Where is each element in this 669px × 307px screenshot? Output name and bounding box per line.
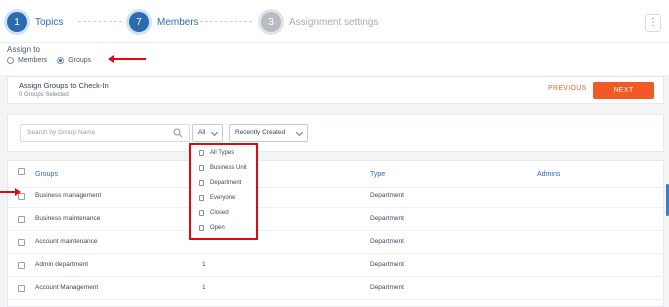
option-checkbox[interactable]: [199, 150, 204, 156]
group-type: Department: [370, 261, 404, 268]
member-count: 1: [202, 284, 206, 291]
assign-groups-header: Assign Groups to Check-In 0 Groups Selec…: [7, 76, 664, 104]
assign-to-section: Assign to Members Groups: [0, 42, 669, 75]
row-checkbox[interactable]: [18, 262, 25, 269]
more-options-icon[interactable]: ⋮: [645, 14, 661, 32]
column-header-groups[interactable]: Groups: [35, 171, 58, 178]
group-name: Account Management: [35, 284, 99, 291]
wizard-stepper: 1 Topics 7 Members 3 Assignment settings…: [0, 0, 669, 42]
group-name: Business management: [35, 192, 102, 199]
option-label: Everyone: [210, 195, 236, 201]
step-topics[interactable]: 1 Topics: [7, 12, 63, 32]
group-type: Department: [370, 284, 404, 291]
step-divider: [200, 21, 252, 22]
table-row[interactable]: Account maintenance Department: [8, 231, 665, 254]
sort-value: Recently Created: [235, 129, 286, 136]
annotation-arrow: [108, 55, 146, 63]
column-header-admins[interactable]: Admins: [537, 171, 560, 178]
step-members[interactable]: 7 Members: [129, 12, 199, 32]
next-button[interactable]: NEXT: [593, 82, 654, 99]
dropdown-option-closed[interactable]: Closed: [199, 210, 229, 216]
step-number: 1: [7, 12, 27, 32]
dropdown-option-open[interactable]: Open: [199, 225, 225, 231]
dropdown-option-all-types[interactable]: All Types: [199, 150, 234, 156]
table-row[interactable]: Admin department 1 Department: [8, 254, 665, 277]
member-count: 1: [202, 261, 206, 268]
dropdown-option-business-unit[interactable]: Business Unit: [199, 165, 247, 171]
search-icon: [173, 128, 183, 138]
row-checkbox[interactable]: [18, 239, 25, 246]
filter-bar: Search by Group Name All Recently Create…: [7, 114, 664, 152]
table-row[interactable]: Business management Department: [8, 185, 665, 208]
column-header-type[interactable]: Type: [370, 171, 385, 178]
group-name: Admin department: [35, 261, 89, 268]
search-input[interactable]: Search by Group Name: [20, 124, 190, 142]
step-label: Assignment settings: [289, 16, 379, 28]
table-header: Groups Type Admins: [8, 161, 665, 188]
step-number: 7: [129, 12, 149, 32]
group-name: Business maintenance: [35, 215, 101, 222]
assign-to-radio-group: Members Groups: [7, 57, 91, 64]
group-type: Department: [370, 215, 404, 222]
option-label: Open: [210, 225, 225, 231]
type-filter-dropdown: All Types Business Unit Department Every…: [189, 143, 258, 240]
option-checkbox[interactable]: [199, 165, 204, 171]
option-checkbox[interactable]: [199, 225, 204, 231]
group-type: Department: [370, 238, 404, 245]
option-label: Business Unit: [210, 165, 247, 171]
option-checkbox[interactable]: [199, 180, 204, 186]
sort-select[interactable]: Recently Created: [229, 124, 308, 142]
groups-radio[interactable]: [57, 57, 65, 64]
members-radio[interactable]: [7, 57, 14, 64]
option-label: Department: [210, 180, 242, 186]
option-checkbox[interactable]: [199, 195, 204, 201]
option-checkbox[interactable]: [199, 210, 204, 216]
chevron-down-icon: [295, 128, 304, 137]
dropdown-option-department[interactable]: Department: [199, 180, 241, 186]
row-checkbox[interactable]: [18, 285, 25, 292]
type-filter-select[interactable]: All: [192, 124, 223, 142]
selection-count: 0 Groups Selected: [19, 92, 69, 98]
type-filter-value: All: [198, 129, 206, 136]
chevron-down-icon: [210, 128, 219, 137]
step-divider: [78, 21, 122, 22]
group-name: Account maintenance: [35, 238, 98, 245]
assign-to-title: Assign to: [7, 45, 40, 54]
option-label: Closed: [210, 210, 229, 216]
step-label: Topics: [35, 16, 64, 28]
step-assignment-settings[interactable]: 3 Assignment settings: [261, 12, 379, 32]
table-row[interactable]: Business maintenance Department: [8, 208, 665, 231]
annotation-arrow: [0, 188, 21, 196]
members-radio-label[interactable]: Members: [18, 57, 47, 64]
search-placeholder: Search by Group Name: [27, 129, 96, 136]
table-row[interactable]: Account Management 1 Department: [8, 277, 665, 300]
groups-table: Groups Type Admins Business management D…: [7, 160, 665, 307]
row-checkbox[interactable]: [18, 216, 25, 223]
select-all-checkbox[interactable]: [18, 168, 25, 175]
page-title: Assign Groups to Check-In: [19, 81, 109, 90]
option-label: All Types: [210, 150, 235, 156]
groups-radio-label[interactable]: Groups: [68, 57, 91, 64]
group-type: Department: [370, 192, 404, 199]
step-number: 3: [261, 12, 281, 32]
dropdown-option-everyone[interactable]: Everyone: [199, 195, 235, 201]
step-label: Members: [157, 16, 199, 28]
previous-button[interactable]: PREVIOUS: [548, 85, 587, 92]
